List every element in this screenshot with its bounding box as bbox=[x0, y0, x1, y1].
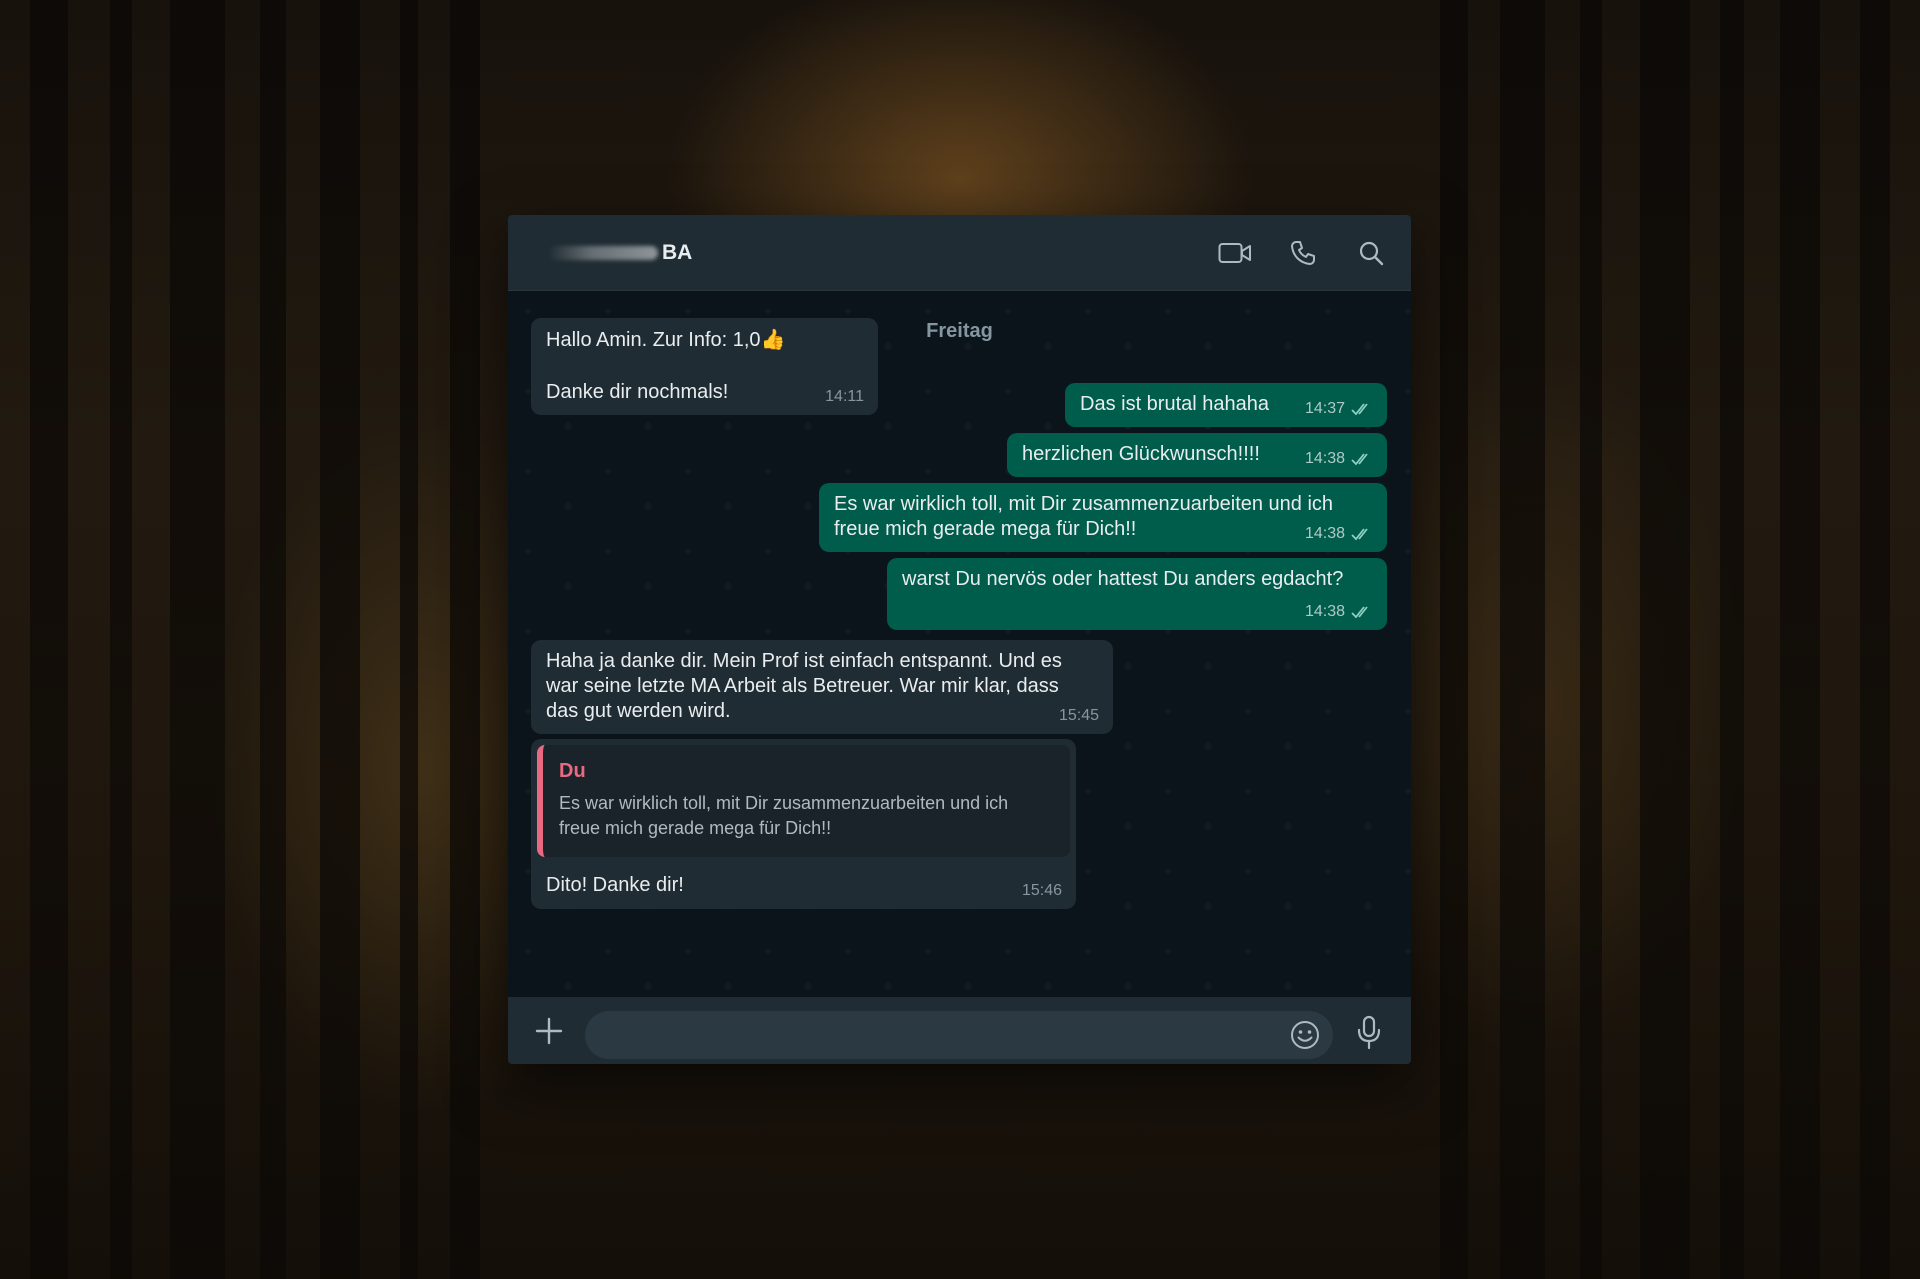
message-time: 15:46 bbox=[1021, 882, 1062, 899]
message-text: warst Du nervös oder hattest Du anders e… bbox=[902, 568, 1344, 590]
incoming-message[interactable]: Hallo Amin. Zur Info: 1,0👍 Danke dir noc… bbox=[531, 318, 878, 415]
message-text: das gut werden wird. bbox=[546, 700, 731, 722]
message-text: herzlichen Glückwunsch!!!! bbox=[1022, 443, 1260, 465]
message-text: freue mich gerade mega für Dich!! bbox=[834, 518, 1137, 540]
video-call-icon[interactable] bbox=[1217, 235, 1253, 271]
chat-header: BA bbox=[508, 215, 1411, 291]
quoted-message[interactable]: Du Es war wirklich toll, mit Dir zusamme… bbox=[537, 745, 1070, 857]
attach-plus-icon[interactable] bbox=[529, 1011, 569, 1051]
redacted-contact-name bbox=[548, 245, 658, 260]
message-text: Dito! Danke dir! bbox=[546, 874, 684, 896]
outgoing-message[interactable]: Es war wirklich toll, mit Dir zusammenzu… bbox=[819, 483, 1387, 552]
quote-text: Es war wirklich toll, mit Dir zusammenzu… bbox=[559, 791, 1056, 841]
message-time: 15:45 bbox=[1058, 707, 1099, 724]
outgoing-message[interactable]: Das ist brutal hahaha 14:37 bbox=[1065, 383, 1387, 427]
read-receipt-icon bbox=[1351, 527, 1368, 540]
message-input-container bbox=[585, 1011, 1333, 1061]
message-input[interactable] bbox=[605, 1011, 1269, 1061]
outgoing-message[interactable]: warst Du nervös oder hattest Du anders e… bbox=[887, 558, 1387, 630]
message-meta: 14:38 bbox=[1305, 446, 1373, 471]
message-time: 14:38 bbox=[1304, 525, 1345, 542]
emoji-icon[interactable] bbox=[1289, 1019, 1321, 1051]
outgoing-message[interactable]: herzlichen Glückwunsch!!!! 14:38 bbox=[1007, 433, 1387, 477]
message-time: 14:38 bbox=[1304, 603, 1345, 620]
message-time: 14:11 bbox=[825, 388, 864, 405]
message-meta: 14:38 bbox=[1305, 521, 1373, 546]
message-text: Es war wirklich toll, mit Dir zusammenzu… bbox=[834, 493, 1334, 515]
message-list[interactable]: Freitag Hallo Amin. Zur Info: 1,0👍 Danke… bbox=[508, 291, 1411, 997]
incoming-message[interactable]: Haha ja danke dir. Mein Prof ist einfach… bbox=[531, 640, 1113, 734]
message-meta: 14:11 bbox=[825, 384, 864, 409]
message-meta: 15:45 bbox=[1059, 703, 1099, 728]
quote-line: Es war wirklich toll, mit Dir zusammenzu… bbox=[559, 793, 1009, 813]
read-receipt-icon bbox=[1351, 452, 1368, 465]
quote-line: freue mich gerade mega für Dich!! bbox=[559, 818, 832, 838]
contact-name[interactable]: BA bbox=[662, 241, 692, 265]
message-text: Hallo Amin. Zur Info: 1,0👍 bbox=[546, 329, 786, 351]
composer-bar bbox=[508, 997, 1411, 1064]
microphone-icon[interactable] bbox=[1353, 1015, 1385, 1055]
quote-author: Du bbox=[559, 760, 586, 782]
message-time: 14:38 bbox=[1304, 450, 1345, 467]
chat-window: BA Freitag Hallo Amin. Zur Info: 1,0👍 Da… bbox=[508, 215, 1411, 1064]
message-text: Danke dir nochmals! bbox=[546, 381, 729, 403]
read-receipt-icon bbox=[1351, 402, 1368, 415]
message-text: Haha ja danke dir. Mein Prof ist einfach… bbox=[546, 650, 1062, 672]
phone-call-icon[interactable] bbox=[1285, 235, 1321, 271]
message-meta: 14:37 bbox=[1305, 396, 1373, 421]
message-meta: 14:38 bbox=[1305, 599, 1373, 624]
message-text: war seine letzte MA Arbeit als Betreuer.… bbox=[546, 675, 1059, 697]
message-text: Das ist brutal hahaha bbox=[1080, 393, 1270, 415]
read-receipt-icon bbox=[1351, 605, 1368, 618]
message-meta: 15:46 bbox=[1022, 878, 1062, 903]
message-time: 14:37 bbox=[1304, 400, 1345, 417]
header-actions bbox=[1217, 235, 1389, 271]
search-icon[interactable] bbox=[1353, 235, 1389, 271]
incoming-reply-message[interactable]: Du Es war wirklich toll, mit Dir zusamme… bbox=[531, 739, 1076, 909]
